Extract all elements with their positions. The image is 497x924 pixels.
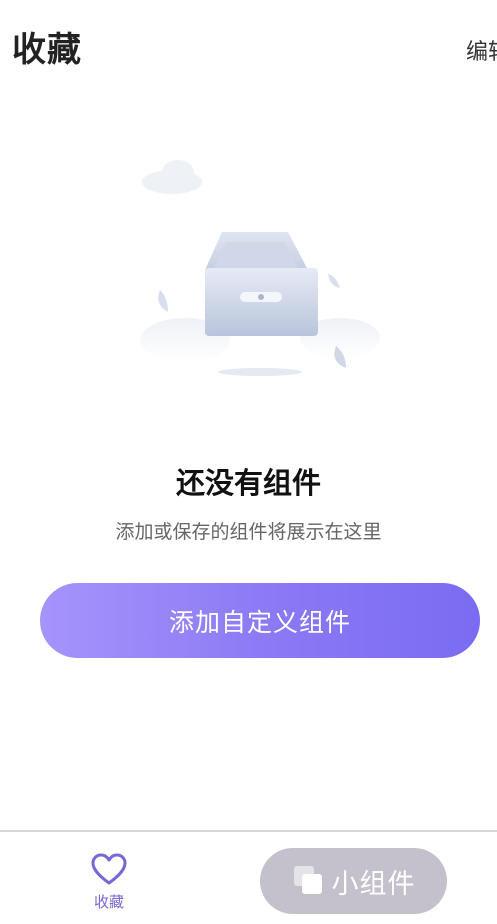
nav-tab-favorites[interactable]: 收藏 xyxy=(78,848,140,914)
add-custom-widget-button[interactable]: 添加自定义组件 xyxy=(40,583,480,658)
edit-button[interactable]: 编辑 xyxy=(466,34,497,66)
widget-tab-label: 小组件 xyxy=(331,868,416,900)
add-custom-widget-label: 添加自定义组件 xyxy=(168,607,351,637)
bottom-nav-divider xyxy=(0,830,497,832)
nav-tab-favorites-label: 收藏 xyxy=(93,893,124,911)
cloud-icon xyxy=(142,160,202,194)
page-title: 收藏 xyxy=(12,30,82,70)
empty-state-title: 还没有组件 xyxy=(175,466,321,500)
widget-stack-icon xyxy=(292,864,326,898)
heart-icon xyxy=(90,852,128,886)
empty-box-illustration xyxy=(130,150,390,390)
empty-state-subtitle: 添加或保存的组件将展示在这里 xyxy=(115,521,382,543)
widget-tab-button[interactable]: 小组件 xyxy=(260,848,447,914)
